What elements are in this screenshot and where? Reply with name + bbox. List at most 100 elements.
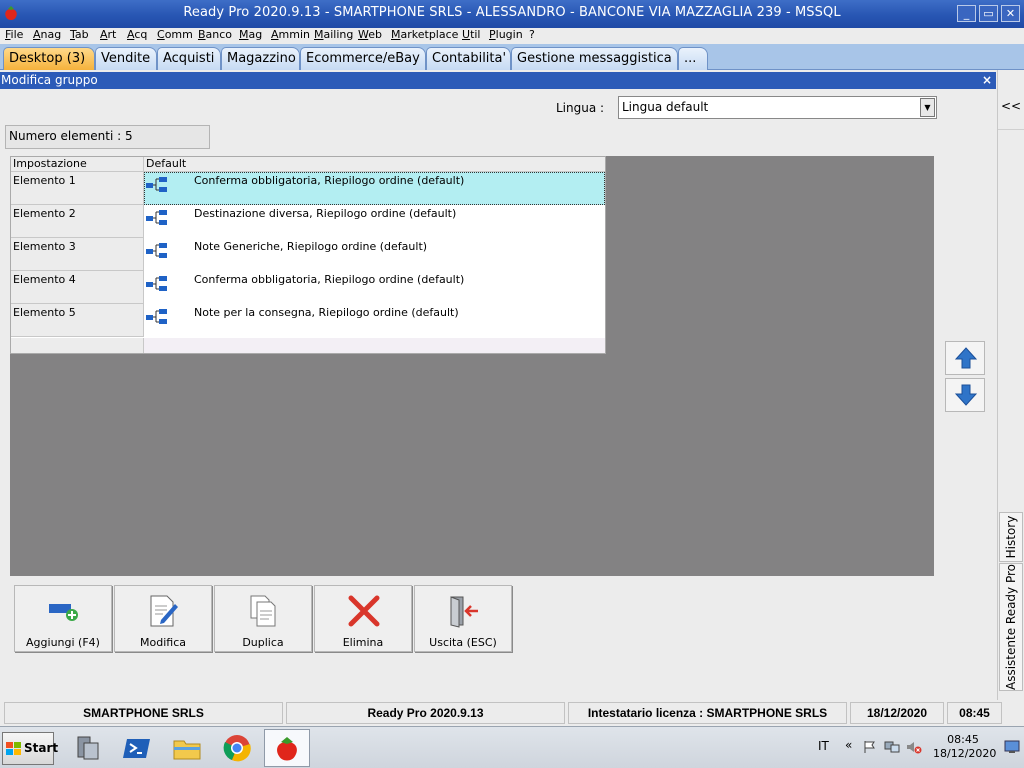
restore-button[interactable]: ▭ [979, 5, 998, 22]
taskbar-chrome[interactable] [215, 729, 261, 767]
arrow-down-icon [955, 384, 977, 406]
language-value: Lingua default [622, 100, 709, 114]
flag-icon[interactable] [863, 740, 877, 754]
row-value: Note per la consegna, Riepilogo ordine (… [194, 306, 459, 319]
elements-grid: Impostazione Default Elemento 1 Conferma… [10, 156, 606, 354]
add-item-icon [49, 604, 78, 621]
menu-anag[interactable]: Anag [33, 28, 61, 42]
tab-magazzino[interactable]: Magazzino [221, 47, 300, 70]
speaker-muted-icon[interactable] [906, 740, 922, 754]
table-row[interactable]: Conferma obbligatoria, Riepilogo ordine … [144, 271, 605, 304]
status-bar: SMARTPHONE SRLS Ready Pro 2020.9.13 Inte… [0, 700, 1024, 725]
taskbar-explorer[interactable] [165, 729, 211, 767]
row-value: Note Generiche, Riepilogo ordine (defaul… [194, 240, 428, 253]
duplicate-button-label: Duplica [242, 636, 284, 649]
duplicate-button[interactable]: Duplica [214, 585, 312, 652]
assistant-tab[interactable]: Assistente Ready Pro [999, 563, 1023, 691]
duplicate-icon [250, 595, 276, 627]
menu-file[interactable]: File [5, 28, 23, 42]
row-label[interactable]: Elemento 1 [11, 172, 144, 205]
tab-contabilita[interactable]: Contabilita' [426, 47, 511, 70]
table-row[interactable]: Note per la consegna, Riepilogo ordine (… [144, 304, 605, 337]
start-button[interactable]: Start [2, 732, 58, 765]
history-tab-label: History [1004, 515, 1018, 559]
tab-acquisti[interactable]: Acquisti [157, 47, 221, 70]
tree-hierarchy-icon [146, 309, 167, 324]
menu-web[interactable]: Web [358, 28, 382, 42]
row-label[interactable]: Elemento 2 [11, 205, 144, 238]
subwindow-close-icon[interactable]: × [982, 72, 992, 89]
tab-more[interactable]: ... [678, 47, 708, 70]
close-button[interactable]: ✕ [1001, 5, 1020, 22]
move-down-button[interactable] [945, 378, 985, 412]
menu-marketplace[interactable]: Marketplace [391, 28, 458, 42]
language-select[interactable]: Lingua default ▼ [618, 96, 937, 119]
edit-button[interactable]: Modifica [114, 585, 212, 652]
delete-button-label: Elimina [342, 636, 384, 649]
grid-filler-right [144, 338, 605, 353]
status-time: 08:45 [947, 702, 1002, 724]
menu-plugin[interactable]: Plugin [489, 28, 523, 42]
exit-door-icon [450, 596, 478, 628]
exit-button-label: Uscita (ESC) [429, 636, 497, 649]
row-label[interactable]: Elemento 5 [11, 304, 144, 337]
table-row[interactable]: Destinazione diversa, Riepilogo ordine (… [144, 205, 605, 238]
menu-mailing[interactable]: Mailing [314, 28, 353, 42]
exit-button[interactable]: Uscita (ESC) [414, 585, 512, 652]
taskbar-clock[interactable]: 08:45 18/12/2020 [933, 733, 997, 761]
title-bar: Ready Pro 2020.9.13 - SMARTPHONE SRLS - … [0, 0, 1024, 28]
column-header-setting[interactable]: Impostazione [11, 157, 144, 172]
tree-hierarchy-icon [146, 177, 167, 192]
window-title: Ready Pro 2020.9.13 - SMARTPHONE SRLS - … [183, 5, 841, 20]
tab-desktop[interactable]: Desktop (3) [3, 47, 95, 70]
edit-document-icon [150, 595, 178, 627]
status-version: Ready Pro 2020.9.13 [286, 702, 565, 724]
taskbar-powershell[interactable] [115, 729, 161, 767]
menu-ammin[interactable]: Ammin [271, 28, 310, 42]
system-tray: IT « 08:45 18/12/2020 [809, 727, 1024, 768]
menu-util[interactable]: Util [462, 28, 481, 42]
server-manager-icon [77, 736, 99, 760]
start-label: Start [24, 741, 59, 755]
tab-ecommerce[interactable]: Ecommerce/eBay [300, 47, 426, 70]
menu-help[interactable]: ? [529, 28, 535, 42]
clock-date: 18/12/2020 [933, 747, 997, 760]
menu-tab[interactable]: Tab [70, 28, 89, 42]
dropdown-arrow-icon[interactable]: ▼ [920, 98, 935, 117]
tray-chevron-icon[interactable]: « [845, 738, 852, 752]
side-panel: << History Assistente Ready Pro [997, 70, 1024, 700]
taskbar-readypro[interactable] [264, 729, 310, 767]
delete-button[interactable]: Elimina [314, 585, 412, 652]
edit-button-label: Modifica [140, 636, 186, 649]
history-tab[interactable]: History [999, 512, 1023, 562]
row-label[interactable]: Elemento 3 [11, 238, 144, 271]
tab-messaggistica[interactable]: Gestione messaggistica [511, 47, 678, 70]
folder-icon [173, 740, 201, 760]
subwindow-header: Modifica gruppo × [0, 72, 996, 89]
table-row[interactable]: Conferma obbligatoria, Riepilogo ordine … [144, 172, 605, 205]
grid-filler-left [11, 338, 144, 353]
collapse-panel-button[interactable]: << [998, 82, 1024, 130]
add-button-label: Aggiungi (F4) [26, 636, 100, 649]
menu-acq[interactable]: Acq [127, 28, 147, 42]
windows-logo-icon [6, 742, 21, 755]
chrome-icon [223, 735, 251, 762]
row-label[interactable]: Elemento 4 [11, 271, 144, 304]
move-up-button[interactable] [945, 341, 985, 375]
input-language[interactable]: IT [818, 739, 829, 753]
minimize-button[interactable]: _ [957, 5, 976, 22]
column-header-default[interactable]: Default [144, 157, 605, 172]
menu-art[interactable]: Art [100, 28, 116, 42]
menu-comm[interactable]: Comm [157, 28, 193, 42]
show-desktop-icon[interactable] [1004, 740, 1020, 754]
row-value: Destinazione diversa, Riepilogo ordine (… [194, 207, 457, 220]
taskbar-server-manager[interactable] [65, 729, 111, 767]
menu-banco[interactable]: Banco [198, 28, 232, 42]
powershell-icon [123, 739, 150, 758]
menu-mag[interactable]: Mag [239, 28, 262, 42]
subwindow-title: Modifica gruppo [1, 73, 98, 87]
tab-vendite[interactable]: Vendite [95, 47, 157, 70]
add-button[interactable]: Aggiungi (F4) [14, 585, 112, 652]
table-row[interactable]: Note Generiche, Riepilogo ordine (defaul… [144, 238, 605, 271]
network-icon[interactable] [884, 740, 900, 754]
